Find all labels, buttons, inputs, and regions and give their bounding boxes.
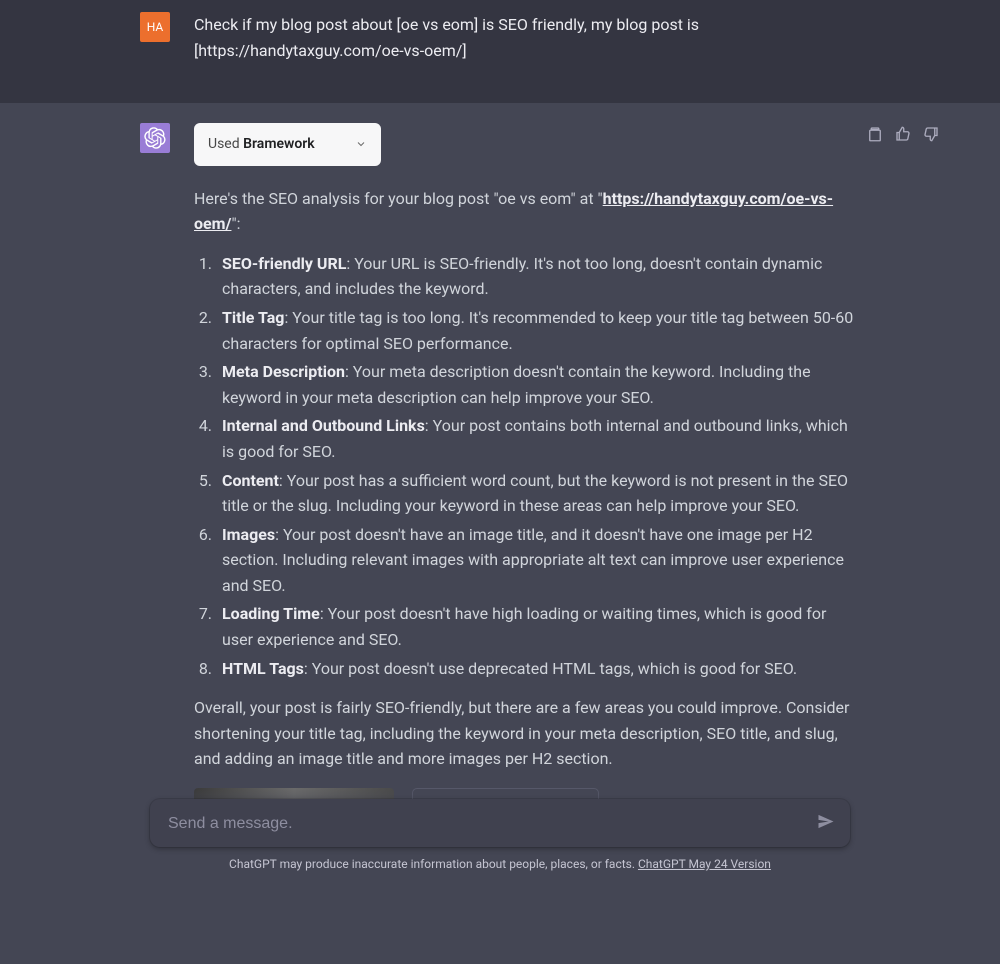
list-item: HTML Tags: Your post doesn't use depreca… <box>216 656 860 682</box>
send-icon <box>816 812 836 832</box>
seo-intro-pre: Here's the SEO analysis for your blog po… <box>194 189 603 208</box>
chevron-down-icon <box>355 138 367 150</box>
seo-analysis-list: SEO-friendly URL: Your URL is SEO-friend… <box>194 251 860 682</box>
item-title: SEO-friendly URL <box>222 254 346 273</box>
item-title: Internal and Outbound Links <box>222 416 425 435</box>
list-item: Meta Description: Your meta description … <box>216 359 860 410</box>
user-avatar-initials: HA <box>147 20 164 34</box>
message-input-wrap[interactable] <box>150 799 850 847</box>
list-item: Loading Time: Your post doesn't have hig… <box>216 601 860 652</box>
seo-summary: Overall, your post is fairly SEO-friendl… <box>194 695 860 772</box>
openai-logo-icon <box>144 127 166 149</box>
clipboard-copy-icon[interactable] <box>866 125 884 143</box>
thumbs-down-icon[interactable] <box>922 125 940 143</box>
seo-intro-post: ": <box>231 214 240 233</box>
item-desc: : Your post doesn't use deprecated HTML … <box>304 659 797 678</box>
item-title: HTML Tags <box>222 659 304 678</box>
plugin-used-chip[interactable]: Used Bramework <box>194 123 381 165</box>
item-desc: : Your title tag is too long. It's recom… <box>222 308 853 353</box>
send-button[interactable] <box>816 812 836 835</box>
list-item: Content: Your post has a sufficient word… <box>216 468 860 519</box>
plugin-used-name: Bramework <box>243 136 315 152</box>
composer-area: ChatGPT may produce inaccurate informati… <box>0 789 1000 881</box>
thumbs-up-icon[interactable] <box>894 125 912 143</box>
list-item: Internal and Outbound Links: Your post c… <box>216 413 860 464</box>
item-desc: : Your post doesn't have an image title,… <box>222 525 844 595</box>
list-item: Title Tag: Your title tag is too long. I… <box>216 305 860 356</box>
item-desc: : Your post has a sufficient word count,… <box>222 471 848 516</box>
message-input[interactable] <box>168 815 800 833</box>
item-title: Title Tag <box>222 308 284 327</box>
assistant-avatar <box>140 123 170 153</box>
user-avatar: HA <box>140 12 170 42</box>
item-title: Meta Description <box>222 362 345 381</box>
item-title: Loading Time <box>222 604 320 623</box>
user-message-text: Check if my blog post about [oe vs eom] … <box>194 12 860 63</box>
assistant-message-body: Used Bramework Here's the SEO analysis f… <box>194 123 860 824</box>
list-item: SEO-friendly URL: Your URL is SEO-friend… <box>216 251 860 302</box>
footer-text: ChatGPT may produce inaccurate informati… <box>229 857 638 871</box>
list-item: Images: Your post doesn't have an image … <box>216 522 860 599</box>
plugin-used-prefix: Used <box>208 136 243 152</box>
item-title: Content <box>222 471 279 490</box>
user-message-row: HA Check if my blog post about [oe vs eo… <box>140 0 860 103</box>
footer-version-link[interactable]: ChatGPT May 24 Version <box>638 857 771 871</box>
item-title: Images <box>222 525 275 544</box>
message-actions <box>866 125 940 143</box>
footer-disclaimer: ChatGPT may produce inaccurate informati… <box>229 857 771 871</box>
seo-intro: Here's the SEO analysis for your blog po… <box>194 186 860 237</box>
